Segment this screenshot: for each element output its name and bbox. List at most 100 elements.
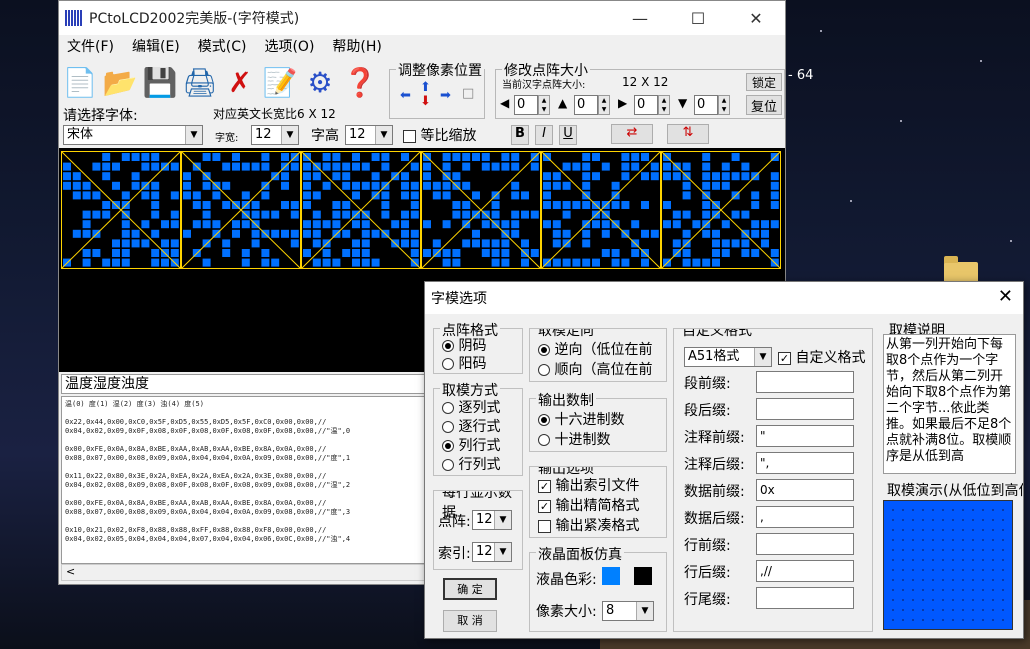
direction-option-1[interactable]: 顺向（高位在前 — [538, 359, 652, 379]
char-cell-2[interactable] — [301, 151, 421, 269]
checkbox-checked[interactable]: ✓ — [778, 351, 791, 365]
dialog-close-icon[interactable]: ✕ — [998, 286, 1013, 307]
radio-off[interactable] — [442, 421, 454, 433]
spin-right-value[interactable]: 0 — [634, 95, 658, 115]
spin-top-value[interactable]: 0 — [574, 95, 598, 115]
direction-option-0[interactable]: 逆向（低位在前 — [538, 339, 652, 359]
menu-options[interactable]: 选项(O) — [264, 36, 314, 56]
flip-vertical-icon[interactable]: ⇅ — [667, 124, 709, 144]
underline-button[interactable]: U — [559, 125, 577, 145]
minimize-button[interactable]: — — [611, 1, 669, 35]
spin-left-value[interactable]: 0 — [514, 95, 538, 115]
menu-file[interactable]: 文件(F) — [67, 36, 114, 56]
take-mode-option-0[interactable]: 逐列式 — [442, 397, 500, 417]
checkbox-checked[interactable]: ✓ — [538, 499, 551, 513]
lock-button[interactable]: 锁定 — [746, 73, 782, 91]
preview-text-input[interactable]: 温度湿度浊度 — [61, 374, 426, 394]
width-select[interactable]: 12 ▼ — [251, 125, 299, 145]
lit-pixel — [423, 220, 431, 229]
new-file-icon[interactable]: 📄 — [61, 62, 99, 102]
radio-on[interactable] — [538, 344, 550, 356]
char-cell-4[interactable] — [541, 151, 661, 269]
pixel-size-select[interactable]: 8 ▼ — [602, 601, 654, 621]
radio-off[interactable] — [442, 459, 454, 471]
save-icon[interactable]: 💾 — [141, 62, 179, 102]
menu-mode[interactable]: 模式(C) — [198, 36, 247, 56]
lcd-color-off-swatch[interactable] — [634, 567, 652, 585]
radix-option-1[interactable]: 十进制数 — [538, 429, 610, 449]
comment-prefix-input[interactable]: " — [756, 425, 854, 447]
help-icon[interactable]: ❓ — [341, 62, 379, 102]
segment-prefix-input[interactable] — [756, 371, 854, 393]
take-mode-option-3[interactable]: 行列式 — [442, 454, 500, 474]
spin-bottom-value[interactable]: 0 — [694, 95, 718, 115]
scale-checkbox[interactable]: 等比缩放 — [403, 125, 476, 145]
data-suffix-input[interactable]: , — [756, 506, 854, 528]
char-cell-0[interactable] — [61, 151, 181, 269]
spin-left-arrows[interactable]: ▲ ▼ — [538, 95, 550, 115]
dot-format-option-0[interactable]: 阴码 — [442, 335, 486, 355]
height-select[interactable]: 12 ▼ — [345, 125, 393, 145]
spin-bottom-arrows[interactable]: ▲ ▼ — [718, 95, 730, 115]
mirror-horizontal-icon[interactable]: ⇄ — [611, 124, 653, 144]
dialog-title-bar[interactable]: 字模选项 ✕ — [425, 282, 1023, 314]
title-bar[interactable]: PCtoLCD2002完美版-(字符模式) — ☐ ✕ — [59, 1, 785, 35]
settings-gear-icon[interactable]: ⚙ — [301, 62, 339, 102]
export-icon[interactable]: 🖨 — [181, 62, 219, 102]
ok-button[interactable]: 确 定 — [443, 578, 497, 600]
custom-format-checkbox[interactable]: ✓ 自定义格式 — [778, 347, 865, 367]
horizontal-scrollbar[interactable]: < — [61, 564, 426, 581]
close-button[interactable]: ✕ — [727, 1, 785, 35]
spin-top-arrows[interactable]: ▲ ▼ — [598, 95, 610, 115]
line-end-input[interactable] — [756, 587, 854, 609]
radio-off[interactable] — [538, 364, 550, 376]
char-cell-5[interactable] — [661, 151, 781, 269]
italic-button[interactable]: I — [535, 125, 553, 145]
frame-icon[interactable]: □ — [462, 86, 474, 101]
output-compact-option[interactable]: 输出紧凑格式 — [538, 515, 639, 535]
spin-right-arrows[interactable]: ▲ ▼ — [658, 95, 670, 115]
radio-on[interactable] — [538, 414, 550, 426]
radio-on[interactable] — [442, 440, 454, 452]
radio-off[interactable] — [538, 434, 550, 446]
data-prefix-input[interactable]: 0x — [756, 479, 854, 501]
menu-help[interactable]: 帮助(H) — [332, 36, 381, 56]
checkbox-checked[interactable]: ✓ — [538, 479, 551, 493]
char-cell-1[interactable] — [181, 151, 301, 269]
bold-button[interactable]: B — [511, 125, 529, 145]
take-mode-option-2[interactable]: 列行式 — [442, 435, 500, 455]
comment-suffix-input[interactable]: ", — [756, 452, 854, 474]
output-data-area[interactable]: 温(0) 度(1) 湿(2) 度(3) 浊(4) 度(5) 0x22,0x44,… — [61, 396, 426, 564]
dot-format-option-1[interactable]: 阳码 — [442, 353, 486, 373]
arrow-up-icon[interactable]: ⬆ — [420, 80, 431, 95]
dot-count-select[interactable]: 12 ▼ — [472, 510, 512, 530]
arrow-left-icon[interactable]: ⬅ — [400, 88, 411, 103]
format-select[interactable]: A51格式 ▼ — [684, 347, 772, 367]
lcd-color-on-swatch[interactable] — [602, 567, 620, 585]
radio-off[interactable] — [442, 402, 454, 414]
arrow-down-icon[interactable]: ⬇ — [420, 94, 431, 109]
segment-suffix-input[interactable] — [756, 398, 854, 420]
scroll-left-icon[interactable]: < — [66, 565, 75, 578]
cancel-button[interactable]: 取 消 — [443, 610, 497, 632]
radio-off[interactable] — [442, 358, 454, 370]
font-select[interactable]: 宋体 ▼ — [63, 125, 203, 145]
line-suffix-input[interactable]: ,// — [756, 560, 854, 582]
note-icon[interactable]: 📝 — [261, 62, 299, 102]
output-simple-option[interactable]: ✓ 输出精简格式 — [538, 495, 639, 515]
char-cell-3[interactable] — [421, 151, 541, 269]
reset-button[interactable]: 复位 — [746, 95, 782, 115]
radix-option-0[interactable]: 十六进制数 — [538, 409, 624, 429]
output-index-file-option[interactable]: ✓ 输出索引文件 — [538, 475, 639, 495]
line-prefix-input[interactable] — [756, 533, 854, 555]
index-count-select[interactable]: 12 ▼ — [472, 542, 512, 562]
delete-icon[interactable]: ✗ — [221, 62, 259, 102]
radio-on[interactable] — [442, 340, 454, 352]
scale-check-box[interactable] — [403, 129, 416, 143]
arrow-right-icon[interactable]: ➡ — [440, 88, 451, 103]
checkbox-unchecked[interactable] — [538, 519, 551, 533]
maximize-button[interactable]: ☐ — [669, 1, 727, 35]
take-mode-option-1[interactable]: 逐行式 — [442, 416, 500, 436]
menu-edit[interactable]: 编辑(E) — [132, 36, 180, 56]
open-folder-icon[interactable]: 📂 — [101, 62, 139, 102]
